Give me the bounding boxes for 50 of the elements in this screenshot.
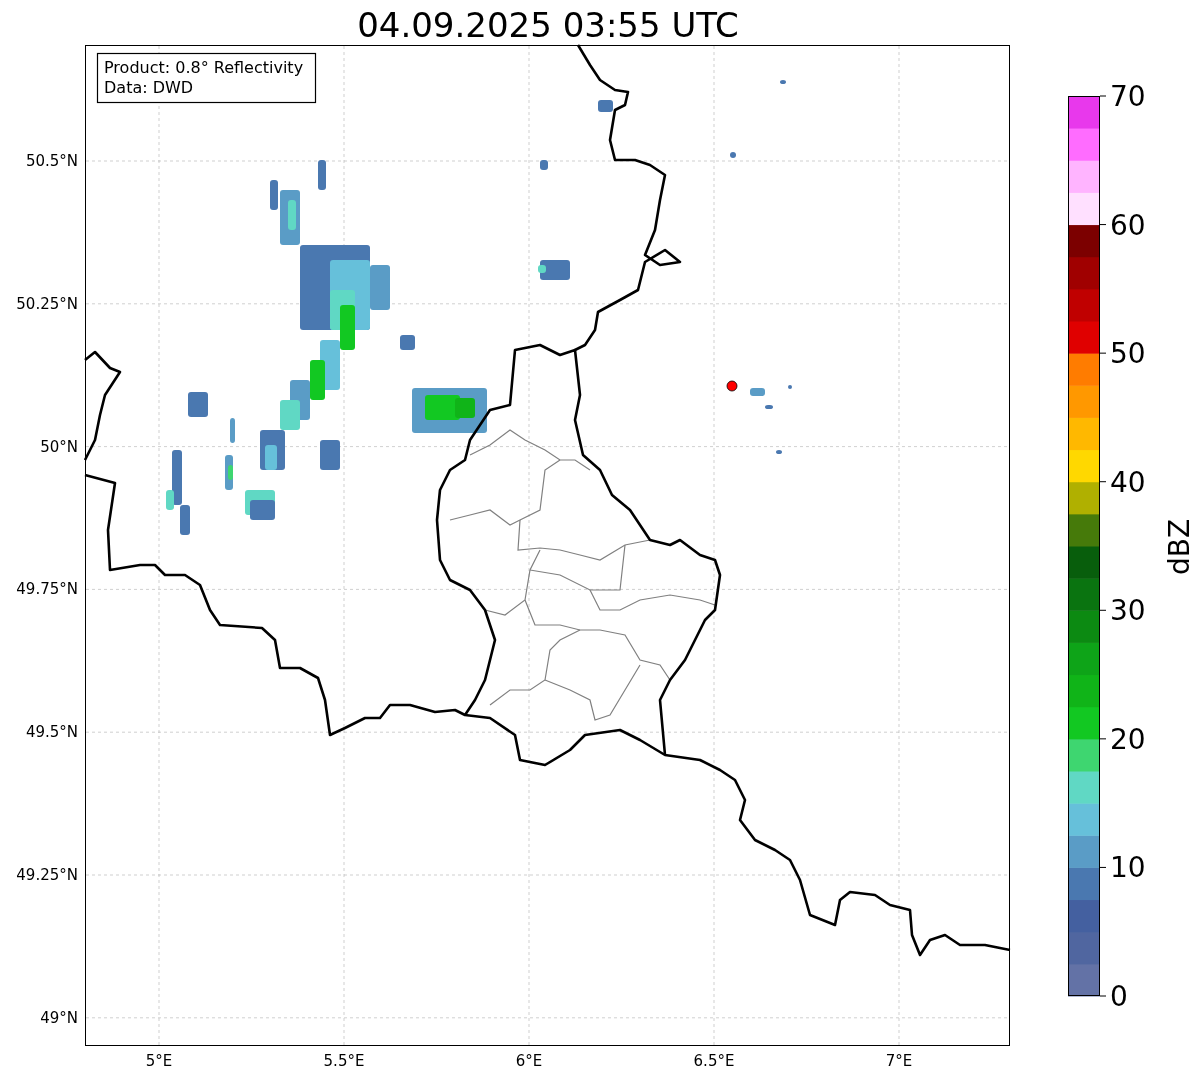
radar-echo	[780, 80, 786, 84]
colorbar-tick-label: 70	[1110, 80, 1146, 113]
colorbar-tick-label: 60	[1110, 208, 1146, 242]
colorbar-tick	[1099, 609, 1107, 611]
radar-echo	[598, 100, 613, 112]
radar-echo	[318, 160, 326, 190]
latitude-label: 50.5°N	[25, 152, 78, 170]
radar-echo	[750, 388, 765, 396]
colorbar-tick	[1099, 995, 1107, 997]
latitude-label: 50.25°N	[16, 294, 78, 313]
latitude-label: 49.75°N	[16, 580, 78, 599]
radar-echo	[250, 500, 275, 520]
radar-echo	[230, 418, 235, 443]
colorbar-tick-label: 10	[1110, 851, 1146, 885]
info-text: Data: DWD	[104, 78, 194, 97]
latitude-label: 49°N	[40, 1008, 78, 1027]
colorbar-tick	[1099, 224, 1107, 226]
radar-echo	[320, 440, 340, 470]
radar-echo	[540, 160, 548, 170]
colorbar-tick-label: 20	[1110, 722, 1146, 756]
radar-echo	[270, 180, 278, 210]
colorbar-label: dBZ	[1163, 518, 1196, 576]
radar-echo	[400, 335, 415, 350]
radar-echo	[280, 400, 300, 430]
colorbar-tick	[1099, 481, 1107, 483]
latitude-label: 50°N	[40, 437, 78, 456]
longitude-label: 6.5°E	[693, 1052, 735, 1070]
longitude-label: 5°E	[145, 1052, 173, 1070]
colorbar-tick-label: 50	[1110, 337, 1146, 371]
radar-echo	[730, 152, 736, 158]
radar-echo	[310, 360, 325, 400]
radar-echo	[188, 392, 208, 417]
colorbar-tick-label: 40	[1110, 465, 1146, 499]
radar-echo	[765, 405, 773, 409]
longitude-label: 7°E	[885, 1052, 913, 1070]
colorbar-tick	[1099, 738, 1107, 740]
longitude-label: 6°E	[515, 1052, 543, 1070]
radar-echo	[776, 450, 782, 454]
colorbar-tick-label: 30	[1110, 594, 1146, 628]
colorbar-tick	[1099, 352, 1107, 354]
latitude-label: 49.25°N	[16, 866, 78, 884]
map-title: 04.09.2025 03:55 UTC	[357, 5, 739, 45]
colorbar-tick-label: 0	[1110, 980, 1128, 1013]
latitude-label: 49.5°N	[25, 723, 78, 742]
info-text: Product: 0.8° Reflectivity	[104, 58, 304, 77]
location-marker-icon	[726, 380, 738, 392]
radar-echo	[788, 385, 792, 389]
colorbar-tick	[1099, 866, 1107, 868]
longitude-label: 5.5°E	[323, 1052, 365, 1070]
colorbar-tick	[1099, 95, 1107, 97]
